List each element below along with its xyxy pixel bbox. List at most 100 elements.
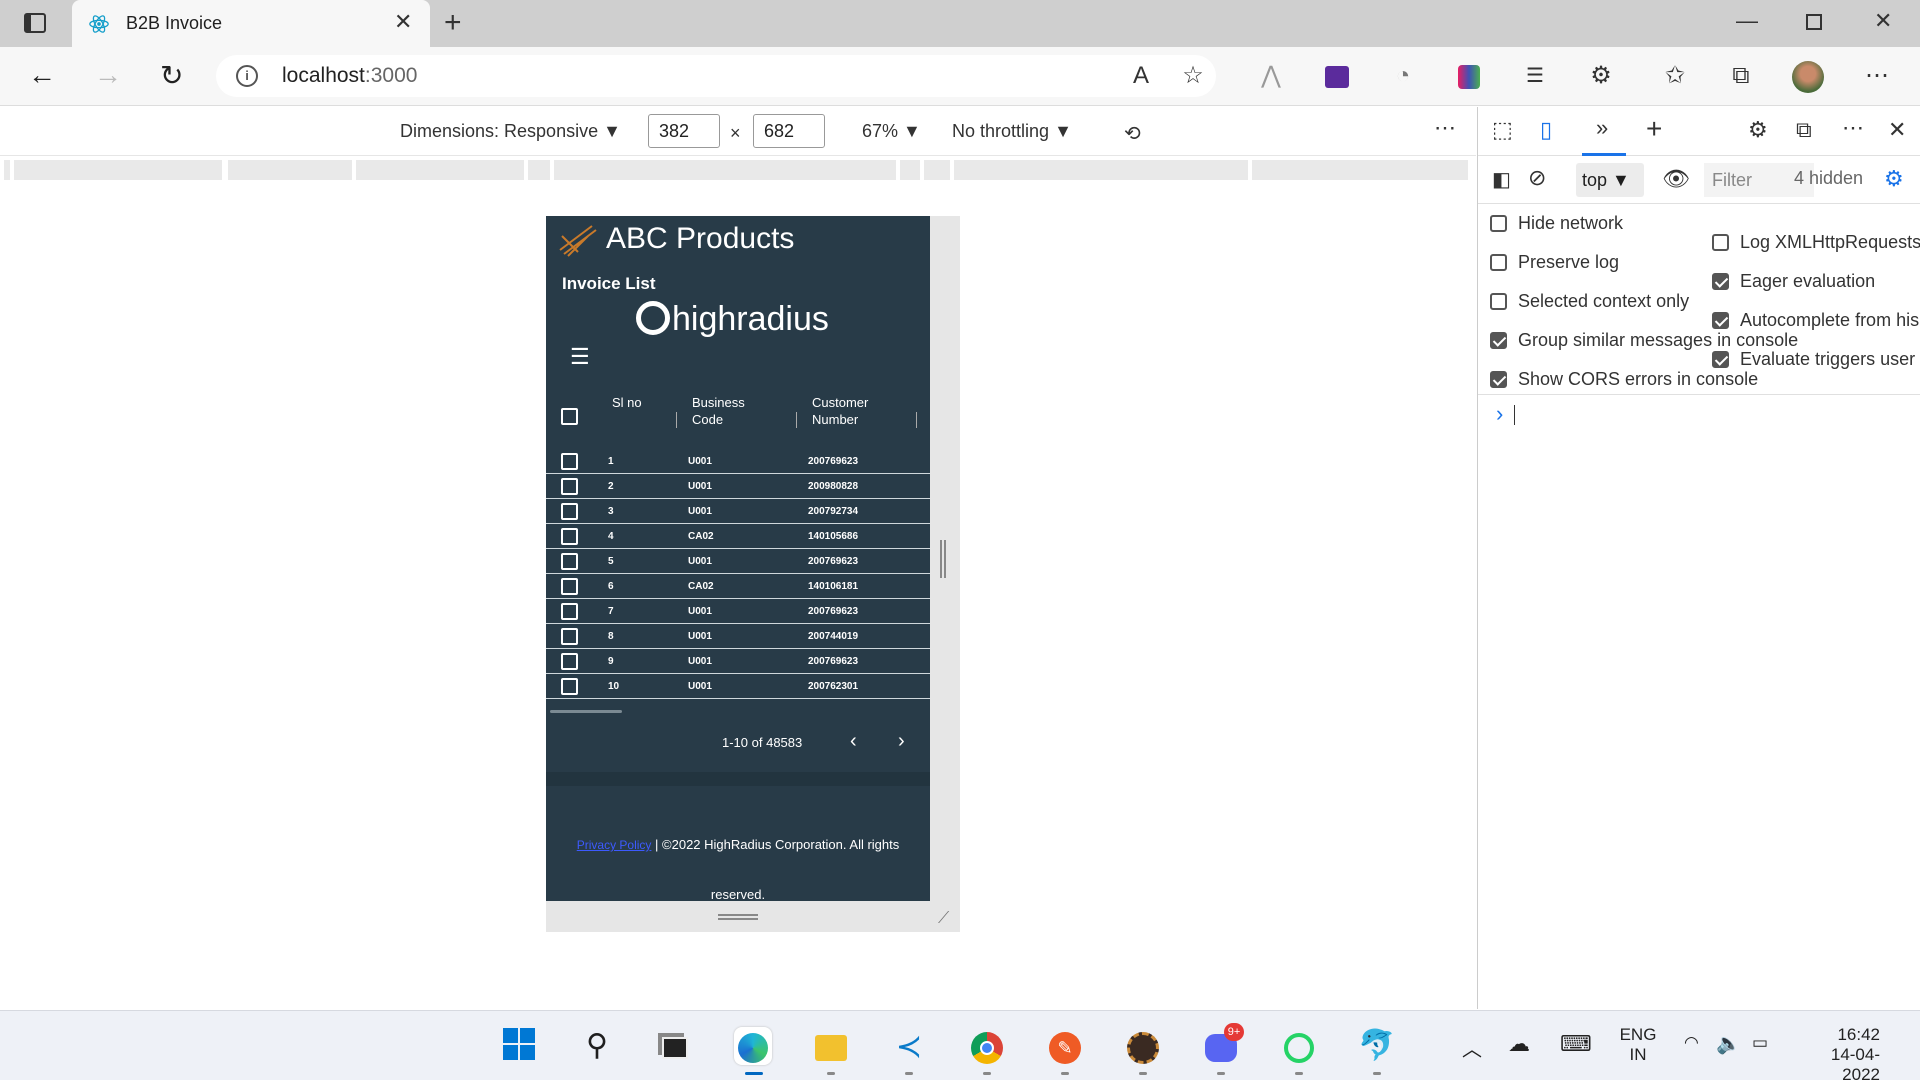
dock-icon[interactable]: ⧉ xyxy=(1796,117,1812,143)
extension-purple-icon[interactable] xyxy=(1322,61,1352,91)
setting-checkbox[interactable] xyxy=(1490,371,1507,388)
sidebar-toggle-icon[interactable]: ◧ xyxy=(1492,167,1511,192)
inspect-icon[interactable]: ⬚ xyxy=(1492,117,1513,143)
live-expression-icon[interactable]: 👁 xyxy=(1662,166,1690,192)
setting-checkbox[interactable] xyxy=(1712,312,1729,329)
battery-icon[interactable]: ▭ xyxy=(1752,1033,1768,1053)
column-header-business-code[interactable]: Business Code xyxy=(692,394,762,428)
setting-label[interactable]: Evaluate triggers user a xyxy=(1740,349,1920,370)
menu-icon[interactable]: ☰ xyxy=(570,344,590,370)
setting-checkbox[interactable] xyxy=(1490,293,1507,310)
language-indicator[interactable]: ENG IN xyxy=(1618,1025,1658,1065)
table-row[interactable]: 7 U001 200769623 xyxy=(546,600,930,624)
setting-checkbox[interactable] xyxy=(1490,254,1507,271)
settings-more-icon[interactable]: ⋯ xyxy=(1862,61,1892,91)
clock[interactable]: 16:42 14-04-2022 xyxy=(1800,1025,1880,1085)
start-icon[interactable] xyxy=(500,1027,538,1065)
extension-colorful-icon[interactable] xyxy=(1454,61,1484,91)
device-toggle-icon[interactable]: ▯ xyxy=(1540,117,1552,143)
column-header-sl-no[interactable]: Sl no xyxy=(612,394,652,411)
address-bar[interactable]: i localhost:3000 A ☆ xyxy=(216,55,1216,97)
prev-page-icon[interactable]: ‹ xyxy=(850,730,857,753)
console-settings-icon[interactable]: ⚙ xyxy=(1884,166,1904,192)
table-row[interactable]: 3 U001 200792734 xyxy=(546,500,930,524)
add-tab-icon[interactable]: + xyxy=(1646,113,1662,145)
new-tab-button[interactable]: + xyxy=(444,6,462,40)
setting-checkbox[interactable] xyxy=(1712,273,1729,290)
onedrive-icon[interactable]: ☁ xyxy=(1508,1031,1530,1057)
throttling-select[interactable]: No throttling ▼ xyxy=(952,121,1072,142)
close-window-button[interactable]: ✕ xyxy=(1874,8,1892,34)
table-row[interactable]: 4 CA02 140105686 xyxy=(546,525,930,549)
keyboard-icon[interactable]: ⌨ xyxy=(1560,1031,1592,1057)
setting-checkbox[interactable] xyxy=(1712,351,1729,368)
show-hidden-icons[interactable]: ︿ xyxy=(1462,1033,1482,1062)
setting-label[interactable]: Selected context only xyxy=(1518,291,1689,312)
row-checkbox[interactable] xyxy=(561,453,578,470)
width-input[interactable]: 382 xyxy=(648,114,720,148)
table-row[interactable]: 6 CA02 140106181 xyxy=(546,575,930,599)
minimize-button[interactable]: — xyxy=(1736,8,1758,34)
close-tab-icon[interactable]: ✕ xyxy=(394,9,412,35)
back-button[interactable]: ← xyxy=(28,59,56,91)
mysql-workbench-icon[interactable]: 🐬 xyxy=(1358,1027,1396,1065)
extension-tracker-icon[interactable]: ◔ xyxy=(1388,61,1418,91)
devtools-more-icon[interactable]: ⋯ xyxy=(1842,115,1864,141)
setting-checkbox[interactable] xyxy=(1490,332,1507,349)
add-favorite-icon[interactable]: ☆ xyxy=(1178,61,1208,91)
setting-label[interactable]: Eager evaluation xyxy=(1740,271,1875,292)
table-row[interactable]: 2 U001 200980828 xyxy=(546,475,930,499)
clear-console-icon[interactable]: ⊘ xyxy=(1528,165,1546,191)
edge-icon[interactable] xyxy=(734,1027,772,1065)
search-icon[interactable]: ⚲ xyxy=(578,1027,616,1065)
vscode-icon[interactable]: ≺ xyxy=(890,1027,928,1065)
profile-avatar[interactable] xyxy=(1792,61,1824,93)
setting-label[interactable]: Log XMLHttpRequests xyxy=(1740,232,1920,253)
privacy-policy-link[interactable]: Privacy Policy xyxy=(577,838,652,852)
height-input[interactable]: 682 xyxy=(753,114,825,148)
row-checkbox[interactable] xyxy=(561,603,578,620)
extension-list-icon[interactable]: ☰ xyxy=(1520,61,1550,91)
refresh-button[interactable]: ↻ xyxy=(160,59,183,92)
context-select[interactable]: top ▼ xyxy=(1576,163,1644,197)
volume-icon[interactable]: 🔈 xyxy=(1716,1031,1741,1056)
table-row[interactable]: 5 U001 200769623 xyxy=(546,550,930,574)
eclipse-icon[interactable] xyxy=(1124,1027,1162,1065)
setting-checkbox[interactable] xyxy=(1490,215,1507,232)
console-prompt[interactable]: › xyxy=(1496,401,1503,427)
whatsapp-icon[interactable] xyxy=(1280,1027,1318,1065)
tab-actions-icon[interactable] xyxy=(24,13,46,33)
column-header-customer-number[interactable]: Customer Number xyxy=(812,394,892,428)
row-checkbox[interactable] xyxy=(561,528,578,545)
zoom-select[interactable]: 67% ▼ xyxy=(862,121,921,142)
rotate-icon[interactable]: ⟲ xyxy=(1124,121,1141,146)
favorites-icon[interactable]: ✩ xyxy=(1660,61,1690,91)
row-checkbox[interactable] xyxy=(561,653,578,670)
task-view-icon[interactable] xyxy=(656,1027,694,1065)
forward-button[interactable]: → xyxy=(94,59,122,91)
select-all-checkbox[interactable] xyxy=(561,408,578,425)
resize-handle-bottom[interactable] xyxy=(718,914,758,920)
next-page-icon[interactable]: › xyxy=(898,730,905,753)
read-aloud-icon[interactable]: A xyxy=(1126,61,1156,91)
more-tabs-icon[interactable]: » xyxy=(1596,115,1608,141)
row-checkbox[interactable] xyxy=(561,628,578,645)
collections-icon[interactable]: ⧉ xyxy=(1726,61,1756,91)
setting-checkbox[interactable] xyxy=(1712,234,1729,251)
media-query-ruler[interactable] xyxy=(0,157,1476,182)
extension-a-icon[interactable]: ⋀ xyxy=(1256,61,1286,91)
row-checkbox[interactable] xyxy=(561,553,578,570)
table-row[interactable]: 10 U001 200762301 xyxy=(546,675,930,699)
console-cursor[interactable] xyxy=(1514,405,1515,425)
table-row[interactable]: 9 U001 200769623 xyxy=(546,650,930,674)
file-explorer-icon[interactable] xyxy=(812,1027,850,1065)
resize-corner-icon[interactable]: ⟋ xyxy=(938,910,949,928)
more-options-icon[interactable]: ⋯ xyxy=(1434,115,1456,141)
dimensions-select[interactable]: Dimensions: Responsive ▼ xyxy=(400,121,621,142)
row-checkbox[interactable] xyxy=(561,503,578,520)
setting-label[interactable]: Show CORS errors in console xyxy=(1518,369,1758,390)
resize-handle-right[interactable] xyxy=(940,540,946,578)
postman-icon[interactable]: ✎ xyxy=(1046,1027,1084,1065)
row-checkbox[interactable] xyxy=(561,478,578,495)
row-checkbox[interactable] xyxy=(561,578,578,595)
